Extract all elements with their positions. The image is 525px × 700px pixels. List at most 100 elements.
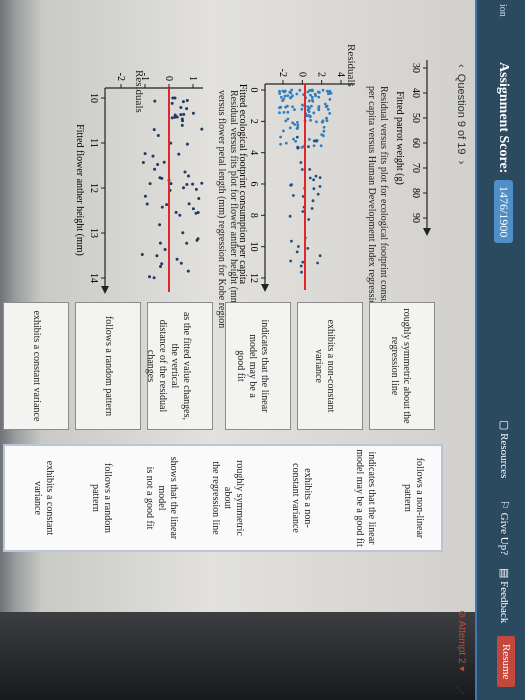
plot3-point [158,223,162,227]
plot2-point [310,104,313,108]
bank-chip-1[interactable]: follows a non-linear pattern [401,448,425,548]
resources-label: Resources [498,433,510,479]
plot3-point [163,248,167,251]
plot2-x-tick-label: 6 [248,182,259,187]
plot2-point [294,139,298,143]
question-nav[interactable]: ‹ Question 9 of 19 › [455,64,467,164]
resources-link[interactable]: ▢ Resources [498,420,511,478]
plot2-point [326,108,330,111]
plot3-point [151,154,155,158]
left-tab[interactable]: ion [497,4,508,17]
plot1-x-label: Fitted parrot weight (g) [394,91,405,185]
plot1-x-tick-label: 50 [410,113,421,123]
plot2-point [322,129,326,133]
plot1-axis-arrow [423,228,431,236]
plot-anther: 10-1-21011121314 Fitted flower anther he… [74,73,204,294]
answer-box-1[interactable]: roughly symmetric about the regression li… [369,302,435,430]
plot3-axis-arrow [101,286,109,294]
plot3-point [197,197,201,200]
plot1-x-tick-label: 30 [410,63,421,73]
plot2-point [279,142,282,146]
plot3-point [174,210,178,214]
answer-box-4[interactable]: as the fitted value changes, the vertica… [145,302,213,430]
plot2-point [316,192,320,196]
bank-chip-6[interactable]: follows a random pattern [89,448,113,548]
plot2-point [312,111,316,115]
give-up-link[interactable]: ⚐ Give Up? [498,500,511,555]
plot3-y-tick-label: 1 [187,76,198,81]
plot2-point [279,95,283,99]
plot3-point [200,181,204,185]
plot3-point [191,182,195,186]
plot2-point [301,260,305,264]
plot3-point [180,117,184,121]
plot3-point [143,152,147,156]
answer-box-3[interactable]: indicates that the linear model may be a… [225,302,291,430]
plot2-point [291,105,294,109]
plot2-y-tick-label: 4 [335,72,346,77]
bank-chip-5[interactable]: shows that the linear model is not a good… [143,448,179,548]
plot2-point [278,89,281,93]
plot3-point [143,194,147,198]
plot2-point [282,97,286,101]
plot2-point [279,135,282,139]
plot2-point [320,120,324,124]
plot2-point [325,116,328,120]
plot2-point [325,119,329,123]
bank-chip-4[interactable]: roughly symmetric about the regression li… [209,448,245,548]
plot2-point [295,250,299,254]
answer-bank[interactable]: follows a non-linear pattern indicates t… [3,444,443,552]
plot3-point [148,182,152,186]
bank-chip-2[interactable]: indicates that the linear model may be a … [353,448,377,548]
bank-chip-2-line-2: model may be a good fit [354,449,365,547]
plot3-point [179,106,183,109]
plot3-point [179,113,183,117]
chevron-left-icon[interactable]: ‹ [455,64,467,68]
bank-chip-7[interactable]: exhibits a constant variance [31,448,55,548]
attempt-icon: ⊘ [456,610,467,619]
bank-chip-2-line-1: indicates that the linear [366,451,377,545]
plot3-point [170,116,174,120]
plot2-point [306,108,310,112]
plot3-y-tick-label: -2 [115,73,126,81]
plot2-point [307,218,311,221]
plot2-point [286,94,290,98]
plot1-x-tick-label: 60 [410,138,421,148]
answer-box-2[interactable]: exhibits a non-constant variance [297,302,363,430]
plot3-point [140,253,144,256]
plot2-point [317,95,321,99]
plot2-point [278,111,281,115]
plot2-point [290,183,293,187]
plot3-point [185,99,189,102]
expand-icon[interactable]: ⤢ [454,686,465,694]
plot3-point [152,128,156,132]
plot3-point [196,211,200,214]
chevron-right-icon[interactable]: › [455,161,467,165]
attempt-indicator[interactable]: ⊘ Attempt 2 ▾ [456,610,467,671]
resume-button[interactable]: Resume [497,636,515,688]
plot3-point [155,254,159,258]
answer-box-6[interactable]: exhibits a constant variance [3,302,69,430]
plot2-point [309,88,313,92]
plot3-point [182,112,186,116]
plot2-x-tick-label: 4 [248,150,259,155]
plot2-point [288,90,292,94]
bank-chip-5-line-2: is not a good fit [144,466,155,530]
top-bar: ion Assignment Score: 1476/1900 ▢ Resour… [477,0,525,700]
plot1-x-tick-label: 40 [410,88,421,98]
feedback-link[interactable]: ▤ Feedback [498,568,511,623]
answer-5: follows a random pattern [103,315,114,417]
plot3-point [191,111,195,115]
plot2-point [316,261,319,265]
plot2-point [286,117,290,121]
bank-chip-3[interactable]: exhibits a non-constant variance [289,448,313,548]
plot2-point [308,168,312,171]
plot2-point [278,106,281,110]
plot3-point [160,205,164,209]
plot2-point [295,92,299,96]
score-label: Assignment Score: [496,62,511,174]
plot2-point [312,178,315,182]
plot2-point [318,176,322,179]
plot3-x-tick-label: 10 [88,93,99,103]
answer-box-5[interactable]: follows a random pattern [75,302,141,430]
